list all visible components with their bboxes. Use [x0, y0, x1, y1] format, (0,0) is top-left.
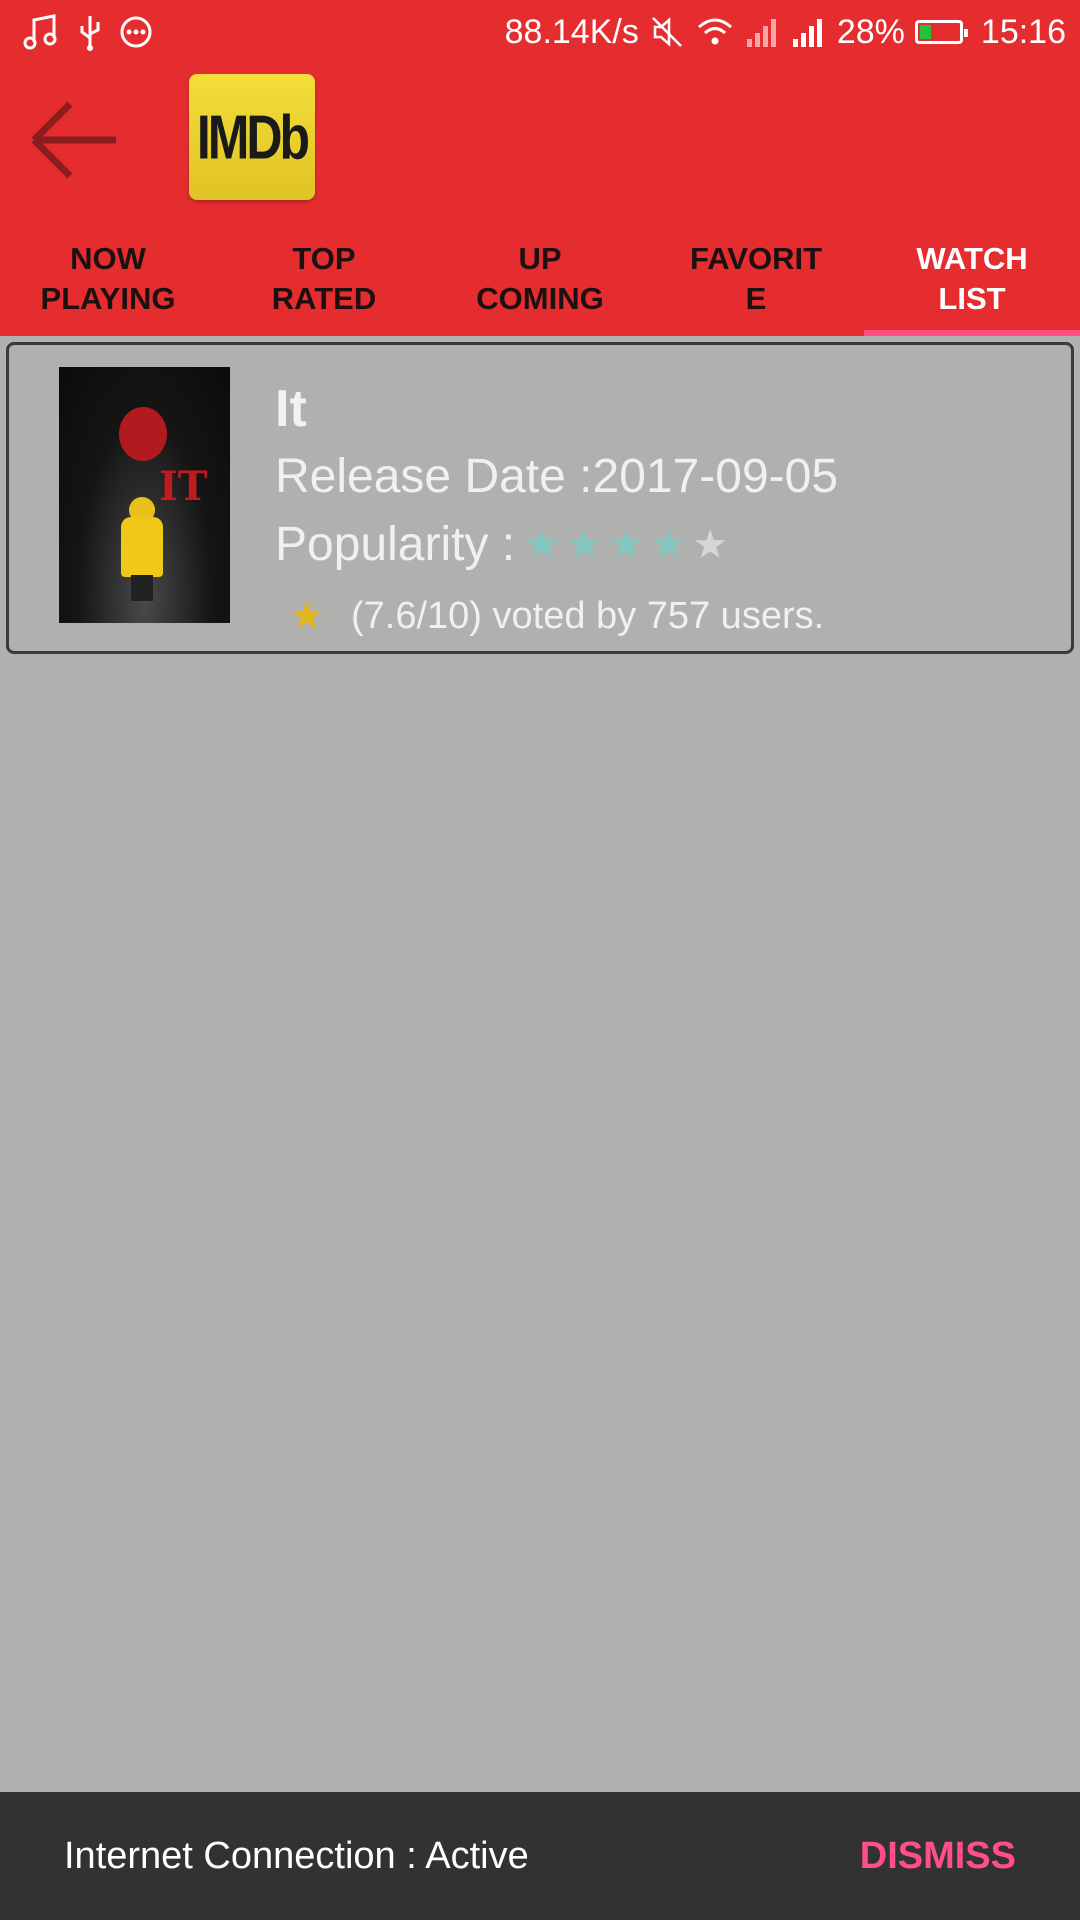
imdb-logo-text: IMDb [196, 102, 310, 172]
battery-level [919, 25, 931, 39]
poster-figure-legs [131, 575, 153, 601]
popularity-row: Popularity : ★ ★ ★ ★ ★ [275, 517, 731, 572]
movie-poster: IT [59, 367, 230, 623]
vote-row: ★ (7.6/10) voted by 757 users. [289, 593, 824, 639]
clock: 15:16 [980, 12, 1066, 51]
imdb-logo: IMDb [189, 74, 315, 200]
release-date: Release Date :2017-09-05 [275, 450, 839, 503]
star-filled-icon: ★ [608, 522, 645, 567]
poster-figure-body [121, 517, 163, 577]
battery-percent: 28% [836, 12, 905, 51]
more-icon [120, 16, 152, 48]
tab-bar: NOW PLAYING TOP RATED UP COMING FAVORIT … [0, 228, 1080, 336]
status-bar: 88.14K/s 28% 15:16 [0, 0, 1080, 64]
snackbar: Internet Connection : Active DISMISS [0, 1792, 1080, 1920]
star-filled-icon: ★ [566, 522, 603, 567]
signal-icon [792, 19, 822, 47]
snackbar-message: Internet Connection : Active [64, 1834, 529, 1877]
movie-title: It [275, 380, 307, 438]
movie-card[interactable]: IT It Release Date :2017-09-05 Popularit… [6, 342, 1074, 654]
music-icon [23, 14, 57, 50]
poster-balloon [119, 407, 167, 461]
star-empty-icon: ★ [692, 522, 729, 567]
status-left-icons [22, 12, 154, 52]
signal-weak-icon [746, 19, 776, 47]
back-button[interactable] [28, 90, 124, 186]
star-filled-icon: ★ [650, 522, 687, 567]
network-speed: 88.14K/s [504, 12, 639, 51]
status-right: 88.14K/s 28% 15:16 [505, 0, 1066, 64]
popularity-stars: ★ ★ ★ ★ ★ [521, 522, 731, 568]
tab-watch-list[interactable]: WATCH LIST [864, 228, 1080, 336]
star-icon: ★ [289, 594, 325, 638]
dismiss-button[interactable]: DISMISS [860, 1835, 1016, 1878]
tab-up-coming[interactable]: UP COMING [432, 228, 648, 336]
popularity-label: Popularity : [275, 518, 516, 571]
mute-icon [651, 17, 682, 47]
battery-icon [914, 20, 968, 44]
arrow-left-icon [31, 101, 116, 179]
tab-top-rated[interactable]: TOP RATED [216, 228, 432, 336]
poster-title: IT [159, 463, 208, 510]
vote-text: (7.6/10) voted by 757 users. [351, 594, 825, 637]
usb-icon [80, 16, 100, 51]
tab-favorite[interactable]: FAVORIT E [648, 228, 864, 336]
tab-now-playing[interactable]: NOW PLAYING [0, 228, 216, 336]
wifi-icon [697, 18, 732, 45]
app-bar: IMDb [0, 64, 1080, 228]
star-filled-icon: ★ [524, 522, 561, 567]
